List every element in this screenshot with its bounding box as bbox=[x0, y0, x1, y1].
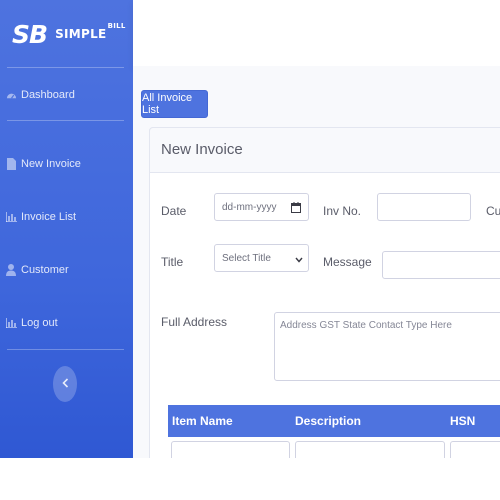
title-select[interactable]: Select Title bbox=[214, 244, 309, 272]
sidebar-item-dashboard[interactable]: Dashboard bbox=[5, 85, 75, 105]
bar-chart-icon bbox=[5, 317, 17, 329]
sidebar-divider bbox=[7, 67, 124, 68]
brand[interactable]: SB SIMPLEBILL bbox=[12, 18, 126, 50]
sidebar-item-log-out[interactable]: Log out bbox=[5, 313, 58, 333]
all-invoice-list-button[interactable]: All Invoice List bbox=[141, 90, 208, 118]
message-field[interactable] bbox=[382, 251, 500, 279]
sidebar-item-customer[interactable]: Customer bbox=[5, 260, 69, 280]
topbar bbox=[133, 0, 500, 66]
calendar-icon[interactable] bbox=[291, 202, 301, 216]
sidebar-item-label: Customer bbox=[21, 264, 69, 276]
inv-no-label: Inv No. bbox=[323, 204, 362, 218]
page-bottom bbox=[0, 458, 500, 500]
brand-name: SIMPLEBILL bbox=[55, 22, 126, 41]
message-label: Message bbox=[323, 255, 372, 269]
title-select-value: Select Title bbox=[222, 252, 271, 264]
sidebar-divider bbox=[7, 120, 124, 121]
title-label: Title bbox=[161, 255, 184, 269]
page-title: New Invoice bbox=[161, 141, 243, 158]
brand-logo: SB bbox=[12, 19, 48, 49]
sidebar-divider bbox=[7, 349, 124, 350]
date-field[interactable]: dd-mm-yyyy bbox=[214, 193, 309, 221]
chevron-left-icon bbox=[61, 375, 69, 393]
sidebar-item-label: New Invoice bbox=[21, 158, 81, 170]
inv-no-field[interactable] bbox=[377, 193, 471, 221]
customer-label: Cus bbox=[486, 204, 500, 218]
brand-name-sup: BILL bbox=[107, 22, 126, 30]
sidebar-item-label: Dashboard bbox=[21, 89, 75, 101]
user-icon bbox=[5, 264, 17, 276]
full-address-label: Full Address bbox=[161, 315, 228, 329]
column-hsn: HSN bbox=[450, 414, 476, 428]
sidebar: SB SIMPLEBILL Dashboard New Invoice Invo… bbox=[0, 0, 133, 458]
sidebar-item-new-invoice[interactable]: New Invoice bbox=[5, 154, 81, 174]
bar-chart-icon bbox=[5, 211, 17, 223]
brand-name-main: SIMPLE bbox=[55, 27, 107, 41]
file-icon bbox=[5, 158, 17, 170]
address-textarea[interactable]: Address GST State Contact Type Here bbox=[274, 312, 500, 381]
column-description: Description bbox=[295, 414, 362, 428]
date-placeholder: dd-mm-yyyy bbox=[222, 201, 277, 213]
chevron-down-icon bbox=[295, 255, 303, 266]
sidebar-item-label: Log out bbox=[21, 317, 58, 329]
column-item-name: Item Name bbox=[172, 414, 233, 428]
date-label: Date bbox=[161, 204, 187, 218]
sidebar-item-invoice-list[interactable]: Invoice List bbox=[5, 207, 76, 227]
dashboard-icon bbox=[5, 89, 17, 101]
sidebar-toggle-button[interactable] bbox=[53, 366, 77, 402]
items-table-header: Item Name Description HSN bbox=[168, 405, 500, 437]
sidebar-item-label: Invoice List bbox=[21, 211, 77, 223]
